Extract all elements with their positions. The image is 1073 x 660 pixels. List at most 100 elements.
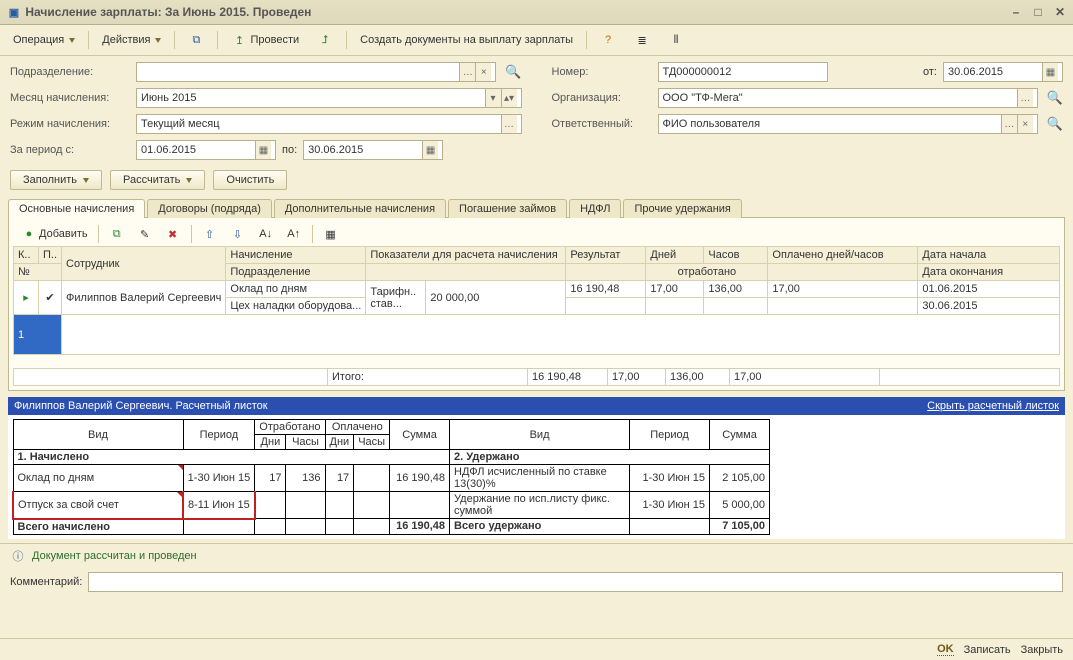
mode-input[interactable]: Текущий месяц … — [136, 114, 522, 134]
actions-menu[interactable]: Действия — [95, 31, 168, 49]
arrow-up-icon: ↥ — [231, 32, 247, 48]
magnifier-icon[interactable]: 🔍 — [1047, 116, 1063, 132]
chevron-down-icon — [83, 178, 89, 183]
payslip-title: Филиппов Валерий Сергеевич. Расчетный ли… — [14, 400, 268, 412]
settings-button-1[interactable]: ≣ — [627, 29, 657, 51]
col-paid[interactable]: Оплачено дней/часов — [768, 247, 918, 264]
hide-payslip-link[interactable]: Скрыть расчетный листок — [927, 400, 1059, 412]
delete-row-button[interactable]: ✖ — [161, 224, 185, 244]
col-datestart[interactable]: Дата начала — [918, 247, 1060, 264]
columns-setup-button[interactable]: ▦ — [319, 224, 343, 244]
col-k[interactable]: К.. — [14, 247, 39, 264]
main-toolbar: Операция Действия ⧉ ↥ Провести ⮥ Создать… — [0, 25, 1073, 56]
spinner-icon[interactable]: ▴▾ — [501, 89, 517, 107]
maximize-button[interactable]: □ — [1031, 5, 1045, 19]
tab-contracts[interactable]: Договоры (подряда) — [147, 199, 272, 218]
date-input[interactable]: 30.06.2015 ▦ — [943, 62, 1063, 82]
calendar-icon[interactable]: ▦ — [1042, 63, 1058, 81]
calendar-icon[interactable]: ▦ — [422, 141, 438, 159]
payslip-table: Вид Период Отработано Оплачено Сумма Вид… — [12, 419, 770, 535]
operation-menu[interactable]: Операция — [6, 31, 82, 49]
clear-icon[interactable]: × — [1017, 115, 1033, 133]
plus-icon: ● — [21, 226, 37, 242]
col-subdivision[interactable]: Подразделение — [226, 264, 366, 281]
status-text: Документ рассчитан и проведен — [32, 550, 197, 562]
number-input[interactable]: ТД000000012 — [658, 62, 828, 82]
mode-label: Режим начисления: — [10, 118, 130, 130]
month-input[interactable]: Июнь 2015 ▾ ▴▾ — [136, 88, 522, 108]
move-up-button[interactable]: ⇧ — [198, 224, 222, 244]
col-dateend[interactable]: Дата окончания — [918, 264, 1060, 281]
col-indicators[interactable]: Показатели для расчета начисления — [366, 247, 566, 264]
create-payment-docs[interactable]: Создать документы на выплату зарплаты — [353, 31, 580, 49]
help-icon: ? — [600, 32, 616, 48]
resp-label: Ответственный: — [552, 118, 652, 130]
tab-main[interactable]: Основные начисления — [8, 199, 145, 218]
resp-input[interactable]: ФИО пользователя … × — [658, 114, 1038, 134]
tab-additional[interactable]: Дополнительные начисления — [274, 199, 446, 218]
magnifier-icon[interactable]: 🔍 — [505, 64, 521, 80]
tab-ndfl[interactable]: НДФЛ — [569, 199, 621, 218]
save-button[interactable]: Записать — [964, 644, 1011, 656]
chevron-down-icon — [155, 38, 161, 43]
number-label: Номер: — [552, 66, 652, 78]
subdivision-input[interactable]: … × — [136, 62, 496, 82]
ellipsis-icon[interactable]: … — [1017, 89, 1033, 107]
dropdown-icon[interactable]: ▾ — [485, 89, 501, 107]
tab-other[interactable]: Прочие удержания — [623, 199, 741, 218]
calendar-icon[interactable]: ▦ — [255, 141, 271, 159]
table-row[interactable]: ▸ ✔ Филиппов Валерий Сергеевич Оклад по … — [14, 281, 1060, 298]
tab-loans[interactable]: Погашение займов — [448, 199, 567, 218]
copy-row-button[interactable]: ⧉ — [105, 224, 129, 244]
chevron-down-icon — [186, 178, 192, 183]
fill-button[interactable]: Заполнить — [10, 170, 102, 190]
sort-asc-icon: A↓ — [258, 226, 274, 242]
subdivision-label: Подразделение: — [10, 66, 130, 78]
delete-icon: ✖ — [165, 226, 181, 242]
clear-button[interactable]: Очистить — [213, 170, 287, 190]
move-down-button[interactable]: ⇩ — [226, 224, 250, 244]
ok-button[interactable]: OK — [937, 643, 954, 656]
minimize-button[interactable]: – — [1009, 5, 1023, 19]
col-worked[interactable]: отработано — [646, 264, 768, 281]
col-hours[interactable]: Часов — [704, 247, 768, 264]
col-p[interactable]: П.. — [39, 247, 62, 264]
sort-asc-button[interactable]: A↓ — [254, 224, 278, 244]
accrual-grid[interactable]: К.. П.. Сотрудник Начисление Показатели … — [13, 246, 1060, 355]
col-number[interactable]: № — [14, 264, 62, 281]
status-bar: ⓘ Документ рассчитан и проведен — [0, 543, 1073, 568]
clear-icon[interactable]: × — [475, 63, 491, 81]
col-employee[interactable]: Сотрудник — [62, 247, 226, 281]
col-accrual[interactable]: Начисление — [226, 247, 366, 264]
close-button[interactable]: ✕ — [1053, 5, 1067, 19]
ellipsis-icon[interactable]: … — [501, 115, 517, 133]
settings-button-2[interactable]: ⦀ — [661, 29, 691, 51]
ellipsis-icon[interactable]: … — [1001, 115, 1017, 133]
help-button[interactable]: ? — [593, 29, 623, 51]
add-button[interactable]: ● Добавить — [17, 224, 92, 244]
close-button-bottom[interactable]: Закрыть — [1021, 644, 1063, 656]
period-from-input[interactable]: 01.06.2015 ▦ — [136, 140, 276, 160]
comment-label: Комментарий: — [10, 576, 82, 588]
sort-desc-button[interactable]: A↑ — [282, 224, 306, 244]
grid-icon: ▦ — [323, 226, 339, 242]
org-input[interactable]: ООО "ТФ-Мега" … — [658, 88, 1038, 108]
ellipsis-icon[interactable]: … — [459, 63, 475, 81]
chevron-down-icon — [69, 38, 75, 43]
period-to-input[interactable]: 30.06.2015 ▦ — [303, 140, 443, 160]
col-result[interactable]: Результат — [566, 247, 646, 264]
copy-button[interactable]: ⧉ — [181, 29, 211, 51]
calc-button[interactable]: Рассчитать — [110, 170, 205, 190]
totals-row: Итого: 16 190,48 17,00 136,00 17,00 — [13, 368, 1060, 386]
arrow-down-icon: ⇩ — [230, 226, 246, 242]
window-title: Начисление зарплаты: За Июнь 2015. Прове… — [25, 5, 311, 19]
col-days[interactable]: Дней — [646, 247, 704, 264]
post-button[interactable]: ↥ Провести — [224, 29, 306, 51]
table-row-sel[interactable]: 1 — [14, 315, 1060, 355]
comment-input[interactable] — [88, 572, 1063, 592]
edit-row-button[interactable]: ✎ — [133, 224, 157, 244]
magnifier-icon[interactable]: 🔍 — [1047, 90, 1063, 106]
post-icon-button[interactable]: ⮥ — [310, 29, 340, 51]
date-label: от: — [923, 66, 937, 78]
titlebar: ▣ Начисление зарплаты: За Июнь 2015. Про… — [0, 0, 1073, 25]
